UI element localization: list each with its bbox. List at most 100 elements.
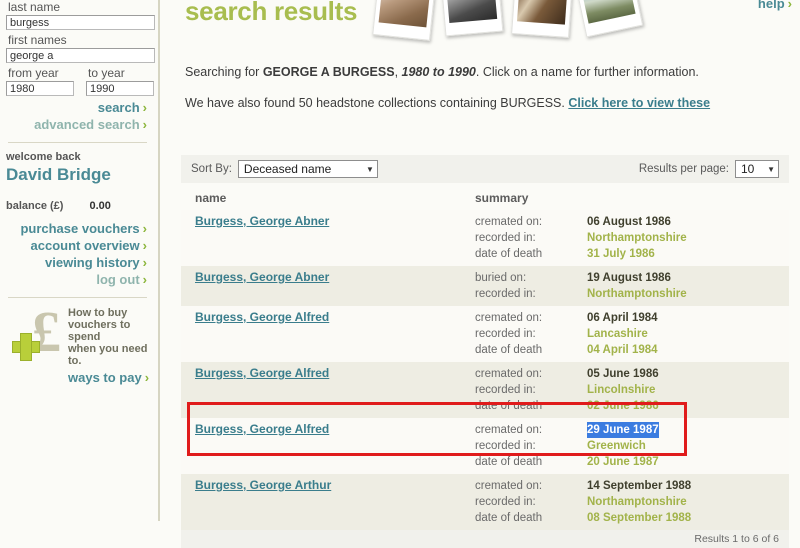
chevron-right-icon: › bbox=[144, 370, 150, 385]
result-name-cell: Burgess, George Arthur bbox=[195, 478, 475, 526]
balance-label: balance (£) bbox=[6, 200, 64, 212]
first-names-label: first names bbox=[8, 33, 67, 47]
result-name-cell: Burgess, George Abner bbox=[195, 214, 475, 262]
sort-by-select[interactable]: Deceased name ▼ bbox=[237, 160, 378, 178]
ways-to-pay-text: How to buy vouchers to spend when you ne… bbox=[68, 307, 160, 386]
search-button[interactable]: search › bbox=[6, 99, 149, 116]
result-summary-cell: buried on: 19 August 1986 recorded in: Nort… bbox=[475, 270, 789, 302]
account-user-name: David Bridge bbox=[6, 165, 111, 184]
summary-value: 04 April 1984 bbox=[587, 344, 658, 356]
headstone-collections-link[interactable]: Click here to view these bbox=[568, 96, 710, 110]
last-name-input[interactable] bbox=[6, 15, 155, 30]
summary-value: 29 June 1987 bbox=[587, 422, 659, 438]
polaroid-photo bbox=[440, 0, 504, 37]
summary-value: 06 August 1986 bbox=[587, 216, 671, 228]
result-summary-cell: cremated on: 06 April 1984 recorded in: Lan… bbox=[475, 310, 789, 358]
page-header: search results help › bbox=[160, 0, 800, 58]
to-year-input[interactable] bbox=[86, 81, 154, 96]
account-links: purchase vouchers › account overview › vie… bbox=[6, 220, 149, 288]
from-year-input[interactable] bbox=[6, 81, 74, 96]
results-footer: Results 1 to 6 of 6 bbox=[181, 530, 789, 548]
sidebar-item-log-out[interactable]: log out › bbox=[6, 271, 149, 288]
sidebar-divider-rule bbox=[8, 297, 147, 298]
summary-key: recorded in: bbox=[475, 232, 536, 244]
result-name-link[interactable]: Burgess, George Alfred bbox=[195, 310, 329, 324]
polaroid-photo bbox=[372, 0, 436, 41]
summary-row: buried on: 19 August 1986 bbox=[475, 270, 789, 286]
summary-key: date of death bbox=[475, 456, 543, 468]
ways-to-pay-link[interactable]: ways to pay › bbox=[68, 369, 160, 386]
summary-value: Northamptonshire bbox=[587, 288, 687, 300]
result-name-cell: Burgess, George Alfred bbox=[195, 366, 475, 414]
result-name-link[interactable]: Burgess, George Alfred bbox=[195, 422, 329, 436]
help-link[interactable]: help › bbox=[758, 0, 792, 11]
summary-value: 02 June 1986 bbox=[587, 400, 659, 412]
summary-row: recorded in: Northamptonshire bbox=[475, 286, 789, 302]
result-name-link[interactable]: Burgess, George Arthur bbox=[195, 478, 331, 492]
help-label: help bbox=[757, 0, 785, 11]
main-content: search results help › Searching for GEORG… bbox=[160, 0, 800, 548]
summary-row: cremated on: 05 June 1986 bbox=[475, 366, 789, 382]
summary-row: recorded in: Northamptonshire bbox=[475, 230, 789, 246]
sidebar-item-label: log out bbox=[96, 272, 140, 287]
summary-row: cremated on: 29 June 1987 bbox=[475, 422, 789, 438]
result-summary-cell: cremated on: 06 August 1986 recorded in: No… bbox=[475, 214, 789, 262]
summary-key: cremated on: bbox=[475, 424, 543, 436]
summary-row: recorded in: Northamptonshire bbox=[475, 494, 789, 510]
searching-prefix: Searching for bbox=[185, 65, 263, 79]
table-row: Burgess, George Alfred cremated on: 05 Jun… bbox=[181, 362, 789, 418]
summary-key: recorded in: bbox=[475, 440, 536, 452]
summary-value: Greenwich bbox=[587, 440, 646, 452]
page-title: search results bbox=[185, 0, 358, 26]
table-row: Burgess, George Arthur cremated on: 14 Sep… bbox=[181, 474, 789, 530]
summary-key: recorded in: bbox=[475, 496, 536, 508]
last-name-label: last name bbox=[8, 0, 61, 14]
summary-row: date of death 02 June 1986 bbox=[475, 398, 789, 414]
headstone-text: We have also found 50 headstone collecti… bbox=[185, 95, 780, 112]
polaroid-photo bbox=[574, 0, 644, 38]
summary-value: 19 August 1986 bbox=[587, 272, 671, 284]
result-summary-cell: cremated on: 05 June 1986 recorded in: Linc… bbox=[475, 366, 789, 414]
summary-row: date of death 08 September 1988 bbox=[475, 510, 789, 526]
results-toolbar: Sort By: Deceased name ▼ Results per pag… bbox=[181, 155, 789, 183]
table-row: Burgess, George Alfred cremated on: 29 Jun… bbox=[181, 418, 789, 474]
year-range-row: from year to year bbox=[6, 66, 154, 99]
summary-row: date of death 04 April 1984 bbox=[475, 342, 789, 358]
results-per-page-value: 10 bbox=[741, 162, 755, 176]
polaroid-photo-strip bbox=[372, 0, 675, 48]
summary-row: recorded in: Lincolnshire bbox=[475, 382, 789, 398]
search-button-label: search bbox=[97, 100, 140, 115]
first-names-input[interactable] bbox=[6, 48, 155, 63]
chevron-right-icon: › bbox=[142, 100, 147, 115]
chevron-right-icon: › bbox=[787, 0, 792, 11]
promo-line-2: vouchers to spend bbox=[68, 319, 131, 343]
sidebar-item-label: purchase vouchers bbox=[20, 221, 140, 236]
sidebar-item-account-overview[interactable]: account overview › bbox=[6, 237, 149, 254]
sidebar-item-viewing-history[interactable]: viewing history › bbox=[6, 254, 149, 271]
searching-years: 1980 to 1990 bbox=[401, 65, 476, 79]
result-name-link[interactable]: Burgess, George Alfred bbox=[195, 366, 329, 380]
table-row: Burgess, George Abner buried on: 19 August… bbox=[181, 266, 789, 306]
polaroid-photo bbox=[511, 0, 573, 38]
from-year-label: from year bbox=[8, 66, 59, 80]
searching-suffix: . Click on a name for further informatio… bbox=[475, 65, 699, 79]
column-header-name: name bbox=[195, 191, 227, 205]
summary-value: 05 June 1986 bbox=[587, 368, 659, 380]
results-per-page-select[interactable]: 10 ▼ bbox=[735, 160, 779, 178]
chevron-down-icon: ▼ bbox=[767, 164, 775, 174]
summary-value: 31 July 1986 bbox=[587, 248, 655, 260]
column-header-summary: summary bbox=[475, 191, 529, 205]
summary-row: cremated on: 14 September 1988 bbox=[475, 478, 789, 494]
welcome-label: welcome back bbox=[6, 151, 81, 163]
result-name-link[interactable]: Burgess, George Abner bbox=[195, 270, 329, 284]
sidebar-item-label: viewing history bbox=[45, 255, 140, 270]
advanced-search-link[interactable]: advanced search › bbox=[6, 116, 149, 133]
result-name-link[interactable]: Burgess, George Abner bbox=[195, 214, 329, 228]
searching-comma: , bbox=[394, 65, 402, 79]
summary-key: recorded in: bbox=[475, 384, 536, 396]
ways-to-pay-label: ways to pay bbox=[68, 370, 142, 385]
to-year-label: to year bbox=[88, 66, 125, 80]
sort-by-value: Deceased name bbox=[243, 162, 332, 176]
sidebar-item-purchase-vouchers[interactable]: purchase vouchers › bbox=[6, 220, 149, 237]
summary-value: 20 June 1987 bbox=[587, 456, 659, 468]
